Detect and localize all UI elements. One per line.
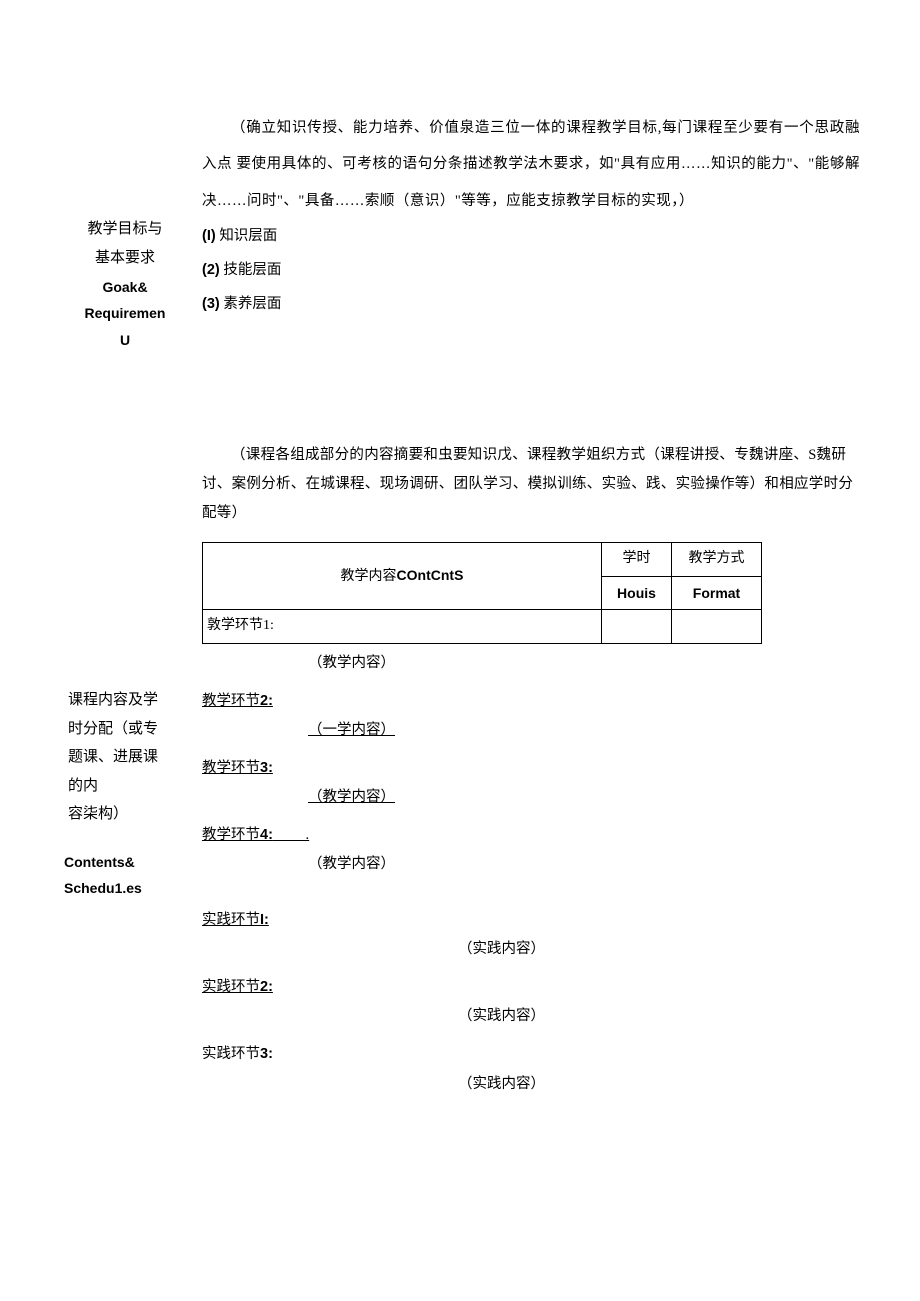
label-zh: 基本要求 xyxy=(60,244,190,273)
label-zh: 课程内容及学 xyxy=(68,686,190,715)
level-text: 素养层面 xyxy=(220,296,282,312)
col-header-hours-zh: 学时 xyxy=(602,543,672,577)
label-zh: 时分配（或专 xyxy=(68,715,190,744)
label-zh: 教学目标与 xyxy=(60,215,190,244)
col-header-content: 教学内容COntCntS xyxy=(203,543,602,610)
segment-note: （实践内容） xyxy=(458,1069,860,1105)
segment-title: 实践环节I: xyxy=(202,912,269,928)
segment-title: 教学环节4: xyxy=(202,822,273,850)
table-cell: 敦学环节1: xyxy=(203,610,602,644)
segment-title-num: 2: xyxy=(260,693,273,709)
segment-title-pre: 实践环节 xyxy=(202,979,260,995)
level-item: (2) 技能层面 xyxy=(202,255,860,287)
label-en: Goak& xyxy=(60,276,190,298)
label-en: Contents& xyxy=(60,851,190,873)
level-num: (I) xyxy=(202,228,216,244)
segment-title-pre: 实践环节 xyxy=(202,1046,260,1062)
level-item: (I) 知识层面 xyxy=(202,221,860,253)
segment-title-num: 3: xyxy=(260,1046,273,1062)
label-zh: 的内 xyxy=(68,772,190,801)
label-en: Schedu1.es xyxy=(60,877,190,899)
goals-levels: (I) 知识层面 (2) 技能层面 (3) 素养层面 xyxy=(202,221,860,321)
practice-segment: 实践环节I: （实践内容） xyxy=(202,907,860,970)
teaching-segment: 教学环节4: . （教学内容） xyxy=(202,822,860,885)
segment-note: （教学内容） xyxy=(308,849,860,885)
level-text: 知识层面 xyxy=(216,228,278,244)
col-header-content-en: COntCntS xyxy=(397,567,464,583)
level-num: (2) xyxy=(202,262,220,278)
segment-title-num: 4: xyxy=(260,827,273,843)
section-contents-content: （课程各组成部分的内容摘要和虫要知识戊、课程教学姐织方式（课程讲授、专魏讲座、S… xyxy=(190,441,860,1104)
level-text: 技能层面 xyxy=(220,262,282,278)
level-num: (3) xyxy=(202,296,220,312)
table-row: 教学内容COntCntS 学时 教学方式 xyxy=(203,543,762,577)
segment-note: （教学内容） xyxy=(308,782,860,818)
section-contents-label: 课程内容及学 时分配（或专 题课、进展课 的内 容柒构） Contents& S… xyxy=(60,686,190,899)
document-page: 教学目标与 基本要求 Goak& Requiremen U （确立知识传授、能力… xyxy=(0,0,920,1204)
col-header-format-zh: 教学方式 xyxy=(672,543,762,577)
label-en: Requiremen xyxy=(60,302,190,324)
table-row: 敦学环节1: xyxy=(203,610,762,644)
table-cell xyxy=(672,610,762,644)
segment-title-pre: 教学环节 xyxy=(202,693,260,709)
col-header-hours-en: Houis xyxy=(602,576,672,610)
segment-title: 实践环节2: xyxy=(202,979,273,995)
segment-note: （实践内容） xyxy=(458,1001,860,1037)
section-contents: 课程内容及学 时分配（或专 题课、进展课 的内 容柒构） Contents& S… xyxy=(60,441,860,1104)
contents-desc-text: （课程各组成部分的内容摘要和虫要知识戊、课程教学姐织方式（课程讲授、专魏讲座、S… xyxy=(202,441,860,528)
section-goals-content: （确立知识传授、能力培养、价值泉造三位一体的课程教学目标,每门课程至少要有一个思… xyxy=(190,110,860,322)
section-goals: 教学目标与 基本要求 Goak& Requiremen U （确立知识传授、能力… xyxy=(60,110,860,351)
segment-dash: . xyxy=(273,822,309,850)
teaching-segment: （教学内容） xyxy=(202,648,860,684)
segment-title-pre: 教学环节 xyxy=(202,827,260,843)
teaching-segment: 教学环节2: （一学内容） xyxy=(202,688,860,751)
segment-title-num: 2: xyxy=(260,979,273,995)
label-zh: 容柒构） xyxy=(68,800,190,829)
table-cell xyxy=(602,610,672,644)
teaching-segment: 教学环节3: （教学内容） xyxy=(202,755,860,818)
level-item: (3) 素养层面 xyxy=(202,289,860,321)
label-en: U xyxy=(60,329,190,351)
col-header-content-zh: 教学内容 xyxy=(341,569,397,584)
segment-title-pre: 教学环节 xyxy=(202,760,260,776)
segment-note: （一学内容） xyxy=(308,715,860,751)
segment-note: （实践内容） xyxy=(458,934,860,970)
practice-segment: 实践环节2: （实践内容） xyxy=(202,974,860,1037)
segment-title: 实践环节3: xyxy=(202,1046,273,1062)
label-zh: 题课、进展课 xyxy=(68,743,190,772)
segment-title: 教学环节2: xyxy=(202,693,273,709)
segment-title-num: 3: xyxy=(260,760,273,776)
goals-intro-text: （确立知识传授、能力培养、价值泉造三位一体的课程教学目标,每门课程至少要有一个思… xyxy=(202,110,860,219)
segment-title-pre: 实践环节 xyxy=(202,912,260,928)
col-header-format-en: Format xyxy=(672,576,762,610)
practice-segment: 实践环节3: （实践内容） xyxy=(202,1041,860,1104)
segment-title: 教学环节3: xyxy=(202,760,273,776)
section-goals-label: 教学目标与 基本要求 Goak& Requiremen U xyxy=(60,215,190,351)
segment-title-num: I: xyxy=(260,912,269,928)
segment-note: （教学内容） xyxy=(308,648,860,684)
contents-table: 教学内容COntCntS 学时 教学方式 Houis Format 敦学环节1: xyxy=(202,542,762,644)
